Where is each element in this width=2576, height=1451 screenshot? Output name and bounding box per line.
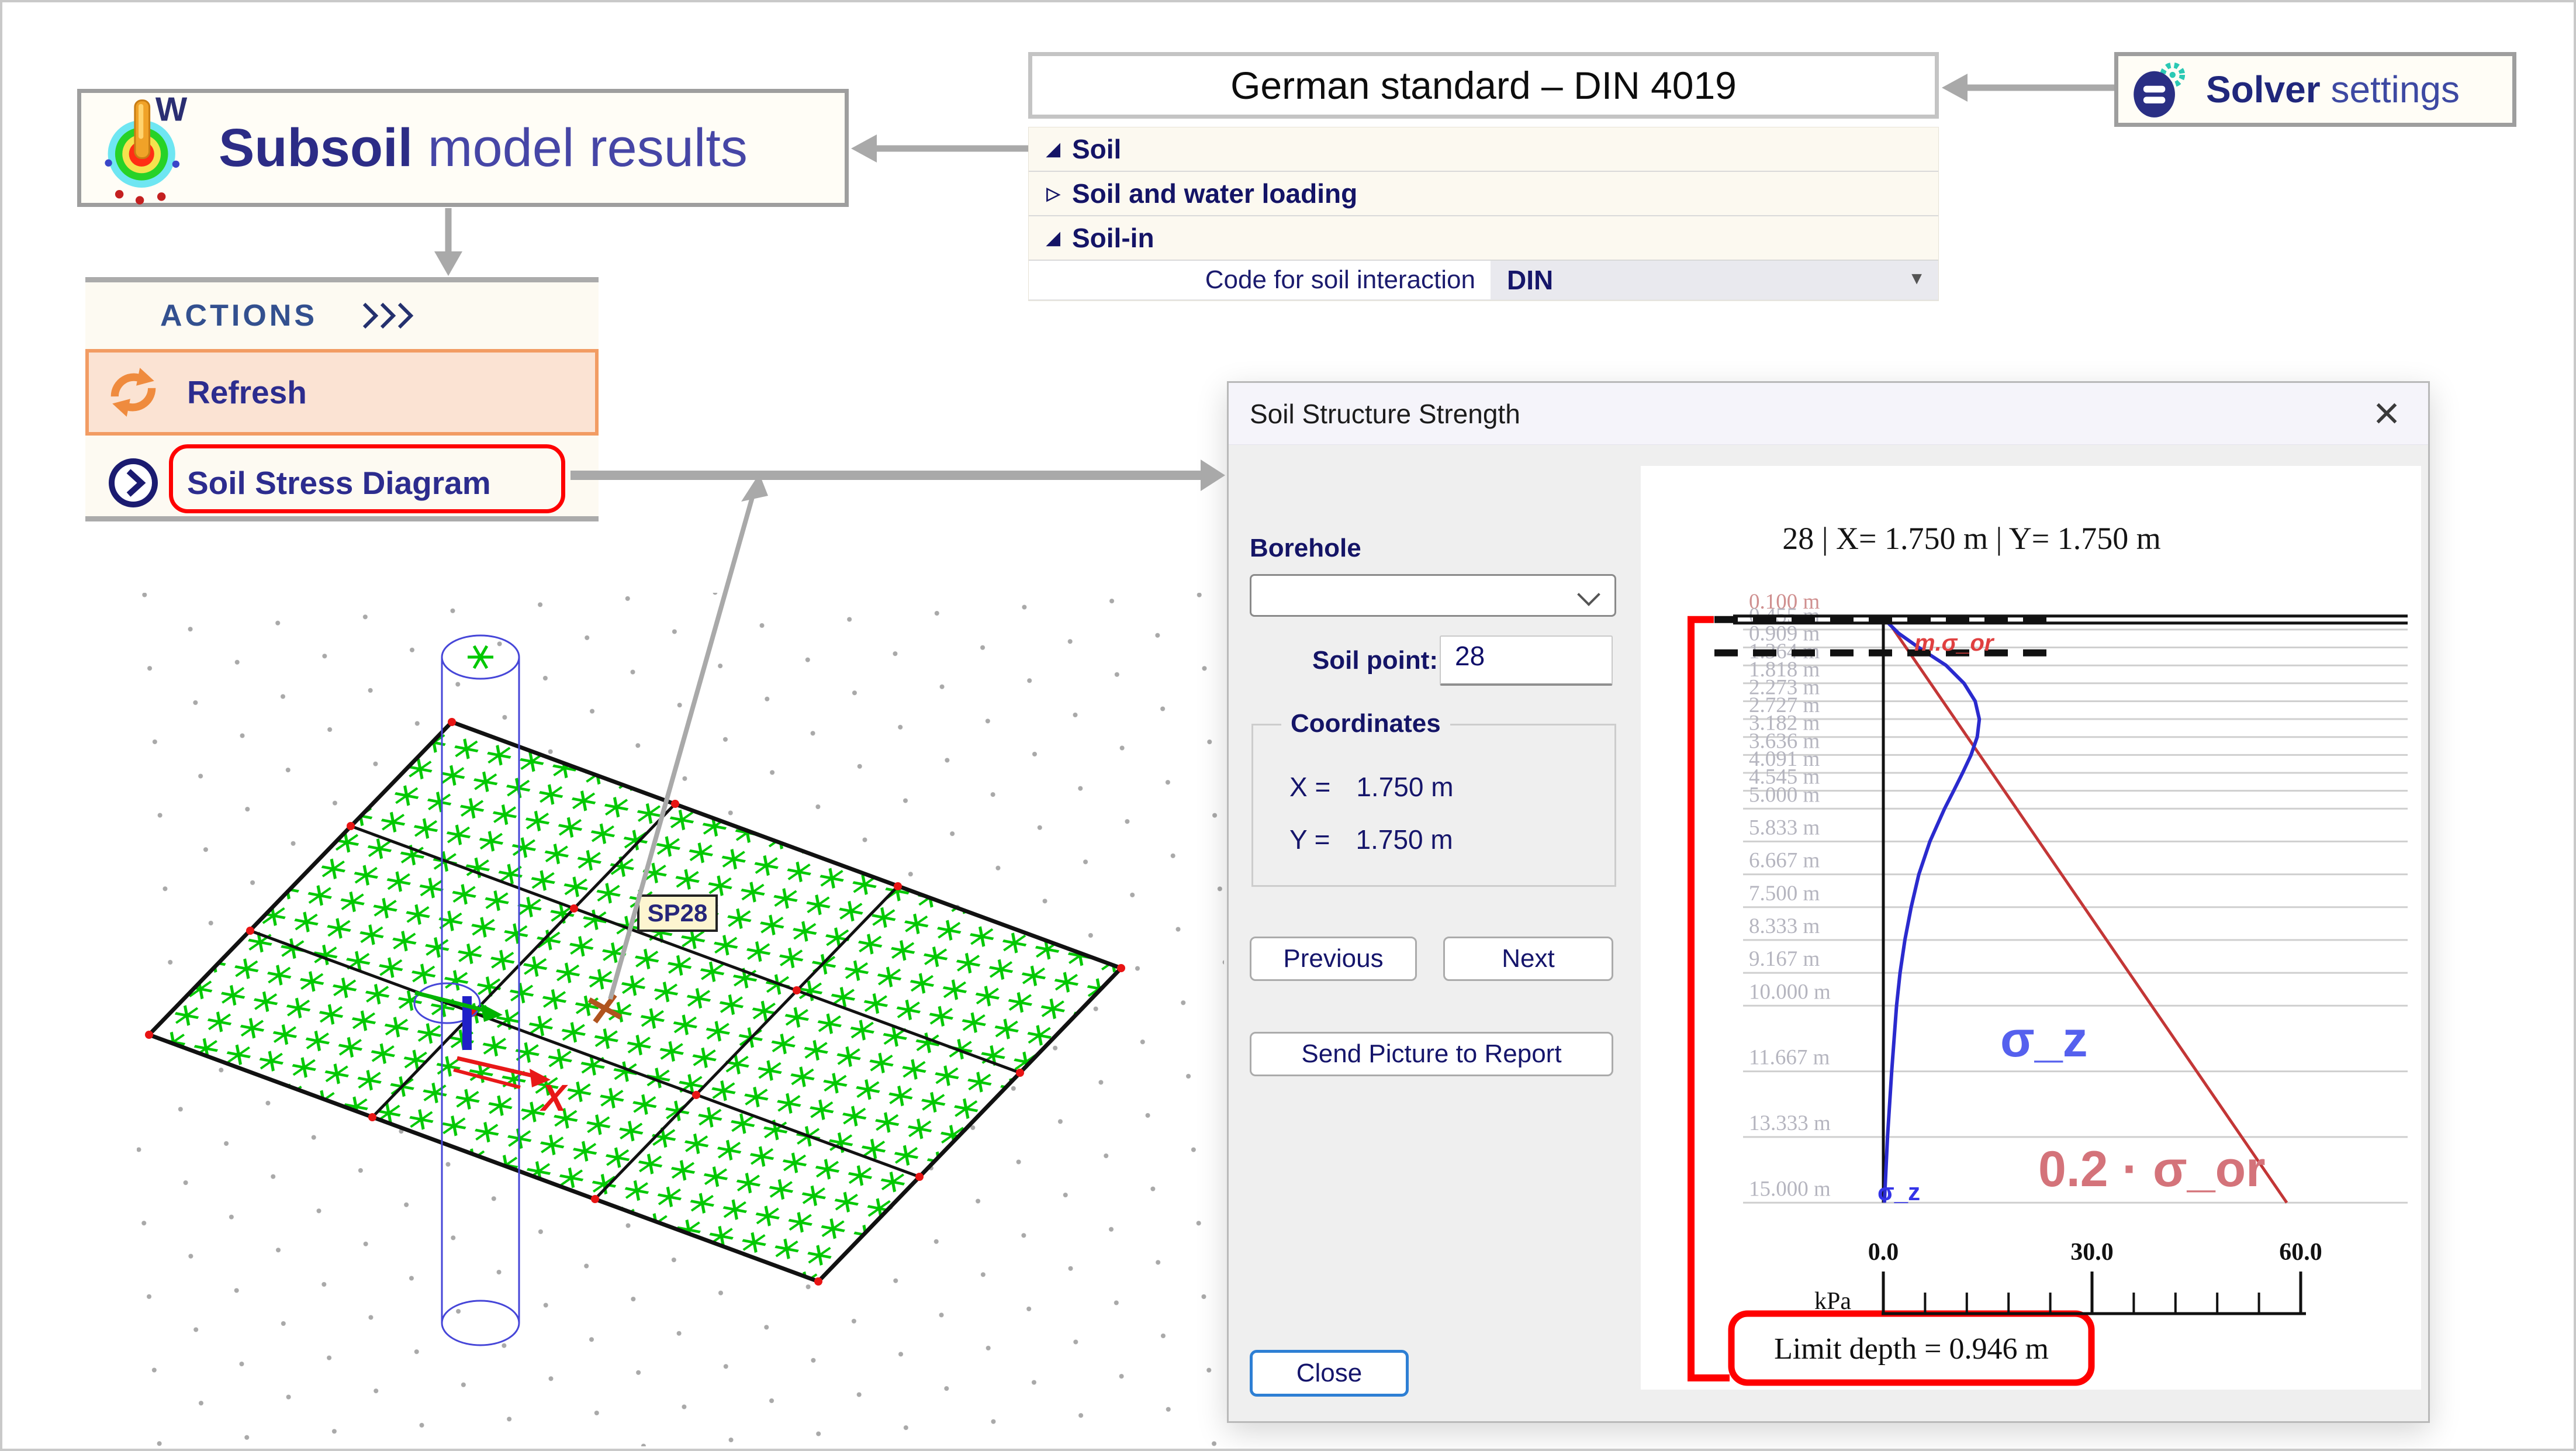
soil-point-input[interactable]: 28 xyxy=(1440,635,1613,686)
dialog-title: Soil Structure Strength xyxy=(1250,398,1520,430)
subsoil-logo-icon: W xyxy=(96,91,199,205)
coordinate-x-label: X = xyxy=(1289,772,1330,802)
close-icon[interactable]: × xyxy=(2360,386,2413,439)
refresh-icon xyxy=(106,365,160,419)
circle-chevron-icon xyxy=(105,455,161,511)
screenshot-root: W Subsoil model results German standard … xyxy=(0,0,2576,1451)
chart-title: 28 | X= 1.750 m | Y= 1.750 m xyxy=(1782,521,2161,556)
dropdown-value: DIN xyxy=(1507,264,1553,296)
series-curves xyxy=(1885,620,2287,1203)
tree-item-label: Soil xyxy=(1072,133,1121,165)
svg-text:0.0: 0.0 xyxy=(1868,1239,1899,1266)
solver-settings-icon xyxy=(2130,59,2191,120)
svg-text:W: W xyxy=(155,91,188,129)
coordinates-group: Coordinates X =1.750 m Y =1.750 m xyxy=(1251,724,1616,887)
limit-depth-text: Limit depth = 0.946 m xyxy=(1774,1332,2049,1366)
code-for-soil-interaction-dropdown[interactable]: DIN ▼ xyxy=(1491,261,1938,299)
chevrons-right-icon[interactable] xyxy=(361,300,414,331)
svg-text:7.500 m: 7.500 m xyxy=(1749,882,1820,906)
subsoil-title-rest: model results xyxy=(413,118,748,178)
din-banner-title: German standard – DIN 4019 xyxy=(1230,63,1737,108)
stress-chart-panel: 0.100 m0.455 m0.909 m1.364 m1.818 m2.273… xyxy=(1641,466,2421,1390)
chevron-down-icon xyxy=(1577,583,1600,606)
borehole-label: Borehole xyxy=(1250,534,1361,563)
tree-item-soil-in[interactable]: ◢ Soil-in xyxy=(1029,216,1938,261)
close-button[interactable]: Close xyxy=(1250,1350,1409,1397)
model-viewport[interactable]: X SP28 xyxy=(137,593,1224,1446)
coordinate-y-value: 1.750 m xyxy=(1356,824,1453,855)
svg-text:5.000 m: 5.000 m xyxy=(1749,783,1820,807)
expand-caret-icon[interactable]: ◢ xyxy=(1029,228,1072,248)
svg-text:13.333 m: 13.333 m xyxy=(1749,1111,1831,1135)
svg-text:60.0: 60.0 xyxy=(2279,1239,2322,1266)
borehole-select[interactable] xyxy=(1250,574,1616,617)
soil-point-label: Soil point: xyxy=(1298,646,1438,675)
expand-caret-icon[interactable]: ◢ xyxy=(1029,139,1072,160)
chevron-down-icon[interactable]: ▼ xyxy=(1908,269,1925,289)
coordinate-y-label: Y = xyxy=(1289,824,1330,855)
ucs-x-axis-label: X xyxy=(540,1077,568,1119)
kpa-unit-label: kPa xyxy=(1814,1288,1851,1315)
red-highlight-annotation xyxy=(169,444,565,513)
sp28-label: SP28 xyxy=(638,896,717,931)
svg-text:15.000 m: 15.000 m xyxy=(1749,1177,1831,1201)
m-sigma-or-label: m.σ_or xyxy=(1914,630,1995,656)
kpa-axis: 0.0 30.0 60.0 kPa xyxy=(1814,1239,2322,1315)
solver-settings-box: Solver settings xyxy=(2114,52,2516,127)
svg-text:9.167 m: 9.167 m xyxy=(1749,947,1820,971)
tree-item-label: Soil-in xyxy=(1072,222,1154,254)
subsoil-title-bold: Subsoil xyxy=(219,118,413,178)
collapse-caret-icon[interactable]: ▷ xyxy=(1029,184,1072,204)
svg-text:11.667 m: 11.667 m xyxy=(1749,1046,1830,1070)
solver-box-title: Solver settings xyxy=(2206,68,2460,111)
svg-text:8.333 m: 8.333 m xyxy=(1749,914,1820,938)
next-button[interactable]: Next xyxy=(1443,937,1613,981)
solver-title-rest: settings xyxy=(2321,68,2460,110)
sp28-label-text: SP28 xyxy=(648,899,708,927)
soil-structure-strength-dialog: Soil Structure Strength × Borehole Soil … xyxy=(1227,381,2430,1423)
coordinates-legend: Coordinates xyxy=(1281,709,1450,738)
coordinate-y-row: Y = 1.750 m xyxy=(1289,824,1453,855)
svg-text:5.833 m: 5.833 m xyxy=(1749,816,1820,839)
action-refresh-label: Refresh xyxy=(187,374,307,411)
svg-text:6.667 m: 6.667 m xyxy=(1749,849,1820,873)
previous-button[interactable]: Previous xyxy=(1250,937,1417,981)
dialog-titlebar[interactable]: Soil Structure Strength xyxy=(1229,383,2428,445)
coordinate-x-row: X = 1.750 m xyxy=(1289,771,1454,803)
sigma-or-line xyxy=(1887,620,2287,1203)
actions-header-label: ACTIONS xyxy=(160,298,317,333)
din-standard-banner: German standard – DIN 4019 xyxy=(1028,52,1939,119)
svg-text:30.0: 30.0 xyxy=(2070,1239,2114,1266)
property-label: Code for soil interaction xyxy=(1029,261,1491,299)
action-refresh[interactable]: Refresh xyxy=(85,349,599,436)
coordinate-x-value: 1.750 m xyxy=(1356,772,1453,802)
sigma-z-curve xyxy=(1885,620,1979,1203)
soil-properties-panel: ◢ Soil ▷ Soil and water loading ◢ Soil-i… xyxy=(1028,127,1939,301)
solver-title-bold: Solver xyxy=(2206,68,2321,110)
subsoil-box-title: Subsoil model results xyxy=(219,118,748,179)
send-picture-to-report-button[interactable]: Send Picture to Report xyxy=(1250,1032,1613,1076)
sigma-or-series-label: 0.2 · σ_or xyxy=(2038,1141,2266,1197)
tree-item-label: Soil and water loading xyxy=(1072,178,1357,209)
soil-stress-chart: 0.100 m0.455 m0.909 m1.364 m1.818 m2.273… xyxy=(1641,466,2421,1390)
property-row-code-for-soil-interaction: Code for soil interaction DIN ▼ xyxy=(1029,261,1938,300)
actions-panel: ACTIONS Refresh Soil Stress Diagram xyxy=(85,277,599,521)
sigma-z-series-label: σ_z xyxy=(2000,1011,2088,1067)
sigma-z-axis-label: σ_z xyxy=(1877,1178,1920,1205)
svg-text:10.000 m: 10.000 m xyxy=(1749,980,1831,1004)
actions-header: ACTIONS xyxy=(85,282,599,349)
subsoil-results-box: W Subsoil model results xyxy=(77,89,849,207)
tree-item-soil-and-water-loading[interactable]: ▷ Soil and water loading xyxy=(1029,172,1938,216)
tree-item-soil[interactable]: ◢ Soil xyxy=(1029,127,1938,172)
